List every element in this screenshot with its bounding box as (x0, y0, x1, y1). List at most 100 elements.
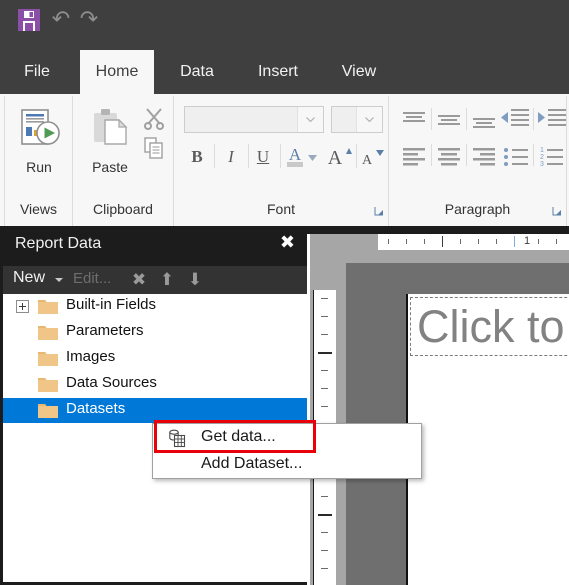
font-name-input[interactable] (187, 109, 299, 132)
grow-font-icon: A (324, 147, 354, 174)
undo-icon[interactable]: ↶ (48, 9, 74, 31)
tab-home[interactable]: Home (80, 50, 154, 94)
chevron-down-icon (364, 116, 374, 122)
run-report-icon (10, 106, 68, 157)
align-center-icon (434, 148, 464, 174)
reporting-app-window: ↶ ↷ File Home Data Insert View Run Paste… (0, 0, 569, 585)
copy-icon (142, 137, 166, 164)
decrease-indent-icon (499, 109, 531, 136)
align-right-icon (469, 148, 499, 174)
paragraph-divider (466, 108, 467, 130)
tab-file[interactable]: File (8, 50, 66, 94)
arrow-up-icon[interactable]: ⬆ (157, 270, 177, 290)
italic-button[interactable]: I (218, 142, 244, 172)
font-name-combo[interactable] (184, 106, 324, 133)
group-label-paragraph: Paragraph (444, 201, 511, 217)
context-menu-item-add-dataset[interactable]: Add Dataset... (153, 452, 421, 479)
folder-icon (38, 377, 58, 392)
tree-item-images[interactable]: Images (3, 346, 307, 371)
delete-x-icon[interactable]: ✖ (129, 270, 149, 290)
font-dialog-launcher[interactable] (374, 206, 384, 216)
font-size-dropdown-arrow[interactable] (356, 107, 382, 132)
group-label-views: Views (19, 201, 58, 217)
paragraph-divider (533, 144, 534, 166)
font-size-combo[interactable] (331, 106, 383, 133)
ribbon-group-labels: Views Clipboard Font Paragraph (0, 196, 569, 227)
svg-text:1: 1 (540, 147, 544, 154)
font-size-input[interactable] (334, 109, 358, 132)
grow-font-button[interactable]: A (324, 142, 354, 175)
report-data-title: Report Data (15, 235, 102, 252)
shrink-font-icon: A (358, 150, 386, 174)
svg-text:A: A (328, 147, 343, 169)
ribbon-tabstrip: File Home Data Insert View (0, 50, 569, 94)
bold-button[interactable]: B (184, 142, 210, 172)
font-color-icon: A (284, 145, 306, 174)
tree-item-data-sources[interactable]: Data Sources (3, 372, 307, 397)
align-middle-button[interactable] (434, 108, 464, 134)
copy-button[interactable] (142, 136, 166, 165)
expand-icon[interactable] (16, 300, 29, 313)
tree-item-label: Datasets (66, 400, 126, 417)
paragraph-divider (431, 108, 432, 130)
align-bottom-button[interactable] (469, 108, 499, 134)
context-menu: Get data... Add Dataset... (152, 423, 422, 479)
underline-button[interactable]: U (250, 142, 276, 172)
tree-item-datasets[interactable]: Datasets (3, 398, 307, 423)
arrow-down-icon[interactable]: ⬇ (185, 270, 205, 290)
cut-button[interactable] (142, 106, 166, 135)
bullets-button[interactable] (501, 144, 531, 170)
increase-indent-icon (536, 109, 568, 136)
ribbon-group-divider (566, 196, 567, 226)
tree-item-parameters[interactable]: Parameters (3, 320, 307, 345)
close-icon[interactable]: ✖ (280, 234, 295, 252)
shrink-font-button[interactable]: A (358, 142, 386, 175)
folder-icon (38, 351, 58, 366)
svg-text:3: 3 (540, 161, 544, 168)
textbox-placeholder[interactable]: Click to (410, 297, 569, 356)
font-name-dropdown-arrow[interactable] (297, 107, 323, 132)
tree-item-label: Data Sources (66, 374, 157, 391)
tree-item-built-in-fields[interactable]: Built-in Fields (3, 294, 307, 319)
run-button-label: Run (26, 159, 52, 175)
tree-item-label: Parameters (66, 322, 144, 339)
align-left-button[interactable] (399, 144, 429, 170)
align-top-button[interactable] (399, 108, 429, 134)
paste-button[interactable]: Paste (80, 106, 140, 175)
paragraph-dialog-launcher[interactable] (552, 206, 562, 216)
font-color-dropdown-arrow[interactable] (308, 148, 317, 166)
redo-icon[interactable]: ↷ (76, 9, 102, 31)
report-data-panel: Report Data ✖ New Edit... ✖ ⬆ ⬇ Built-in… (0, 226, 307, 585)
numbering-button[interactable]: 1 2 3 (536, 144, 566, 170)
align-right-button[interactable] (469, 144, 499, 170)
decrease-indent-button[interactable] (499, 106, 529, 132)
font-divider (214, 144, 215, 168)
clipboard-paste-icon (80, 106, 140, 157)
save-icon[interactable] (18, 9, 40, 31)
font-divider (248, 144, 249, 168)
chevron-down-icon (308, 155, 317, 161)
tab-insert[interactable]: Insert (242, 50, 314, 94)
tab-view[interactable]: View (328, 50, 390, 94)
tab-data[interactable]: Data (166, 50, 228, 94)
tree-item-label: Built-in Fields (66, 296, 157, 313)
folder-icon (38, 325, 58, 340)
folder-icon (38, 403, 58, 418)
font-color-button[interactable]: A (284, 142, 306, 175)
ribbon-panel: Run Paste B I U A A A 1 2 3 (0, 94, 569, 197)
report-page[interactable]: Click to (406, 294, 569, 585)
context-menu-item-label: Get data... (201, 428, 276, 445)
paragraph-divider (533, 108, 534, 130)
align-top-icon (399, 112, 429, 136)
chevron-down-icon[interactable] (55, 278, 63, 282)
paste-button-label: Paste (92, 159, 128, 175)
ribbon-group-divider (4, 96, 5, 196)
align-center-button[interactable] (434, 144, 464, 170)
report-design-surface[interactable]: 1 Click to (310, 226, 569, 585)
new-button[interactable]: New (13, 269, 45, 287)
context-menu-item-get-data[interactable]: Get data... (153, 425, 421, 452)
tree-item-label: Images (66, 348, 116, 365)
run-button[interactable]: Run (10, 106, 68, 175)
increase-indent-button[interactable] (536, 106, 566, 132)
ruler-corner (310, 234, 378, 250)
